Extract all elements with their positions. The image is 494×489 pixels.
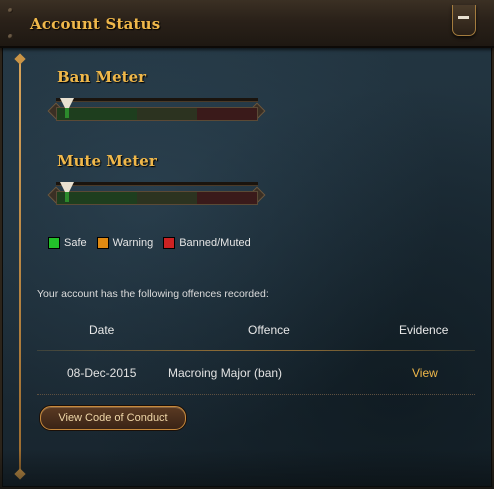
offence-date: 08-Dec-2015 [67,366,137,380]
ban-meter [47,98,266,126]
rail-cap-icon [14,53,26,65]
offences-intro-text: Your account has the following offences … [37,288,269,300]
mute-meter-warning-segment [137,192,197,204]
view-evidence-link[interactable]: View [412,366,438,380]
column-header-offence: Offence [248,323,290,337]
meter-legend: Safe Warning Banned/Muted [48,237,251,249]
mute-meter-banned-segment [197,192,257,204]
legend-item-banned: Banned/Muted [163,237,251,249]
meter-top-rail [56,182,258,186]
ban-meter-bar [56,107,258,121]
mute-meter-safe-segment [57,192,137,204]
table-row-divider [37,394,475,395]
rivet-icon [8,34,13,39]
side-rail [19,58,21,474]
mute-meter-level-marker [65,192,69,202]
meter-top-rail [56,98,258,102]
legend-label-banned: Banned/Muted [179,237,251,249]
ban-meter-safe-segment [57,108,137,120]
offence-name: Macroing Major (ban) [168,366,283,380]
panel-bottom-texture [0,449,494,489]
banned-swatch-icon [163,237,176,249]
mute-meter-bar [56,191,258,205]
ban-meter-level-marker [65,108,69,118]
mute-meter [47,182,266,210]
table-header-divider [37,350,475,351]
safe-swatch-icon [48,237,60,249]
account-status-panel: Account Status Ban Meter Mute Meter Safe… [0,0,494,489]
warning-swatch-icon [96,237,109,249]
legend-label-safe: Safe [64,237,87,249]
ban-meter-warning-segment [137,108,197,120]
panel-header: Account Status [0,0,494,48]
ban-meter-banned-segment [197,108,257,120]
view-code-of-conduct-button[interactable]: View Code of Conduct [40,406,186,430]
minus-icon [458,16,469,19]
mute-meter-title: Mute Meter [57,152,157,170]
legend-item-safe: Safe [48,237,87,249]
legend-item-warning: Warning [96,237,154,249]
column-header-evidence: Evidence [399,323,449,337]
legend-label-warning: Warning [112,237,154,249]
panel-title: Account Status [30,15,161,33]
rivet-icon [8,8,13,13]
column-header-date: Date [89,323,115,337]
collapse-button[interactable] [452,5,476,36]
ban-meter-title: Ban Meter [57,68,147,86]
